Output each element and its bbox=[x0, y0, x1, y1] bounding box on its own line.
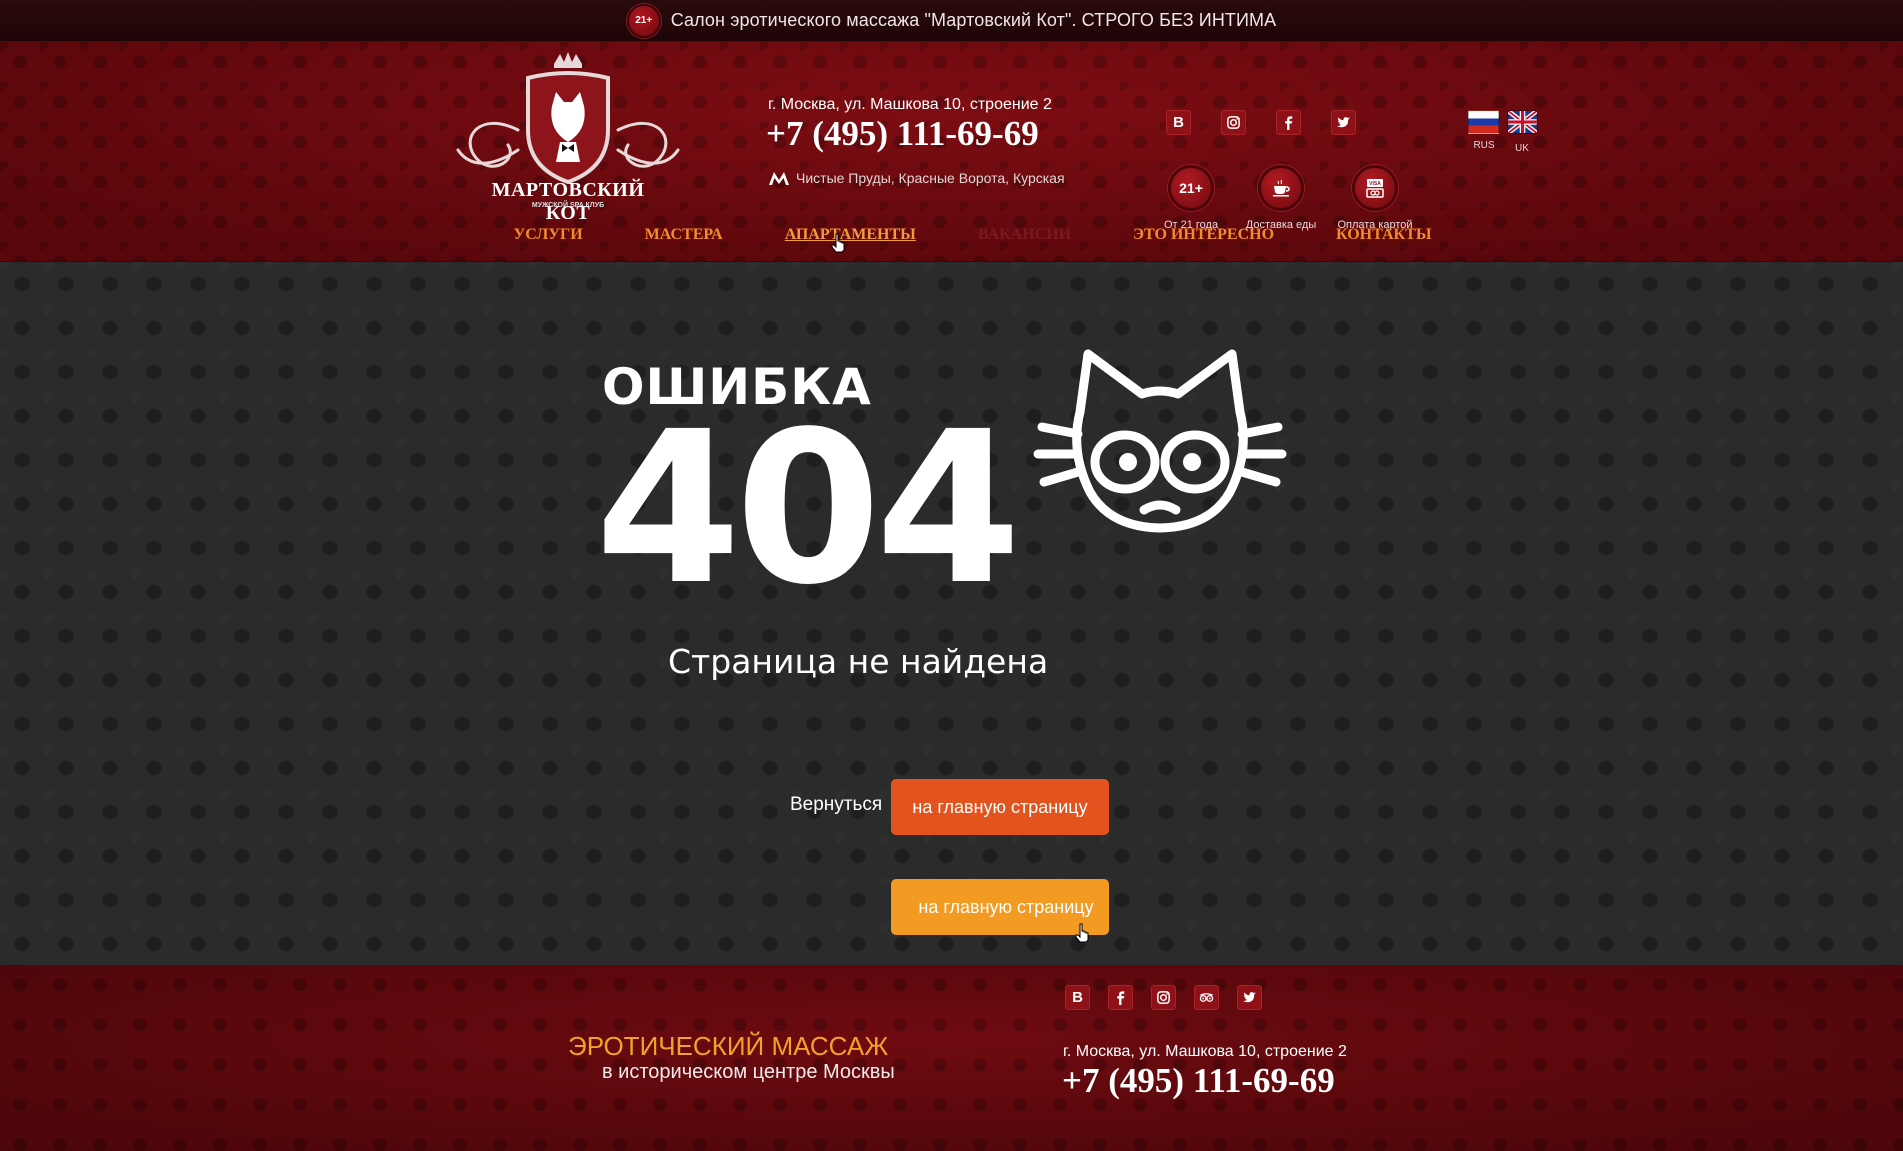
svg-text:VISA: VISA bbox=[1369, 181, 1381, 187]
instagram-icon[interactable] bbox=[1221, 110, 1246, 135]
age-21-badge: 21+ bbox=[626, 3, 661, 38]
facebook-icon[interactable] bbox=[1276, 110, 1301, 135]
vk-icon[interactable]: B bbox=[1166, 110, 1191, 135]
twitter-icon[interactable] bbox=[1237, 985, 1262, 1010]
visa-card-icon: VISA bbox=[1352, 165, 1398, 211]
nav-item-vacancies[interactable]: ВАКАНСИИ bbox=[978, 226, 1071, 244]
metro-text: Чистые Пруды, Красные Ворота, Курская bbox=[796, 170, 1065, 186]
header-address: г. Москва, ул. Машкова 10, строение 2 bbox=[768, 96, 1052, 113]
footer-address: г. Москва, ул. Машкова 10, строение 2 bbox=[1063, 1043, 1347, 1060]
nav-item-services[interactable]: УСЛУГИ bbox=[513, 226, 582, 244]
footer-phone[interactable]: +7 (495) 111-69-69 bbox=[1062, 1061, 1335, 1101]
nav-item-masters[interactable]: МАСТЕРА bbox=[645, 226, 723, 244]
facebook-icon[interactable] bbox=[1108, 985, 1133, 1010]
error-code: 404 bbox=[595, 386, 1021, 631]
announcement-text: Салон эротического массажа "Мартовский К… bbox=[670, 10, 1277, 30]
footer-tagline-main: ЭРОТИЧЕСКИЙ МАССАЖ bbox=[568, 1031, 889, 1061]
lang-rus-label[interactable]: RUS bbox=[1468, 140, 1500, 151]
metro-icon bbox=[769, 172, 789, 185]
nav-item-interesting[interactable]: ЭТО ИНТЕРЕСНО bbox=[1133, 226, 1274, 244]
header-phone[interactable]: +7 (495) 111-69-69 bbox=[766, 114, 1039, 154]
tripadvisor-icon[interactable] bbox=[1194, 985, 1219, 1010]
coffee-cup-icon bbox=[1258, 165, 1304, 211]
top-announcement-bar: 21+ Салон эротического массажа "Мартовск… bbox=[0, 0, 1903, 42]
hand-cursor-icon bbox=[1075, 923, 1089, 943]
back-label: Вернуться bbox=[790, 794, 883, 815]
error-404-section: ОШИБКА 404 Страница не найдена Вернуться… bbox=[0, 262, 1903, 965]
lang-uk-label[interactable]: UK bbox=[1506, 143, 1538, 154]
error-subtitle: Страница не найдена bbox=[668, 642, 1049, 681]
metro-stations: Чистые Пруды, Красные Ворота, Курская bbox=[768, 170, 1065, 186]
vk-icon[interactable]: B bbox=[1065, 985, 1090, 1010]
nav-item-apartments[interactable]: АПАРТАМЕНТЫ bbox=[785, 226, 916, 244]
feature-food-delivery: Доставка еды bbox=[1236, 165, 1326, 231]
cat-face-icon bbox=[1033, 349, 1287, 533]
uk-flag-icon[interactable] bbox=[1506, 109, 1538, 135]
main-navigation: УСЛУГИ МАСТЕРА АПАРТАМЕНТЫ ВАКАНСИИ ЭТО … bbox=[0, 226, 1903, 244]
logo-subtitle: МУЖСКОЙ SPA КЛУБ bbox=[531, 202, 605, 209]
header-social-links: B bbox=[1166, 110, 1356, 135]
feature-age: 21+ От 21 года bbox=[1146, 165, 1236, 231]
feature-card-payment: VISA Оплата картой bbox=[1330, 165, 1420, 231]
site-footer: ЭРОТИЧЕСКИЙ МАССАЖ в историческом центре… bbox=[0, 965, 1903, 1151]
lang-switch-rus[interactable]: RUS bbox=[1468, 110, 1500, 151]
hand-cursor-icon bbox=[831, 233, 845, 253]
twitter-icon[interactable] bbox=[1331, 110, 1356, 135]
lang-switch-uk[interactable]: UK bbox=[1506, 109, 1538, 154]
footer-social-links: B bbox=[1065, 985, 1262, 1010]
age-21-icon: 21+ bbox=[1168, 165, 1214, 211]
footer-tagline-sub: в историческом центре Москвы bbox=[602, 1061, 895, 1083]
instagram-icon[interactable] bbox=[1151, 985, 1176, 1010]
nav-item-contacts[interactable]: КОНТАКТЫ bbox=[1336, 226, 1432, 244]
home-page-button[interactable]: на главную страницу bbox=[891, 779, 1109, 835]
russia-flag-icon[interactable] bbox=[1468, 110, 1499, 134]
